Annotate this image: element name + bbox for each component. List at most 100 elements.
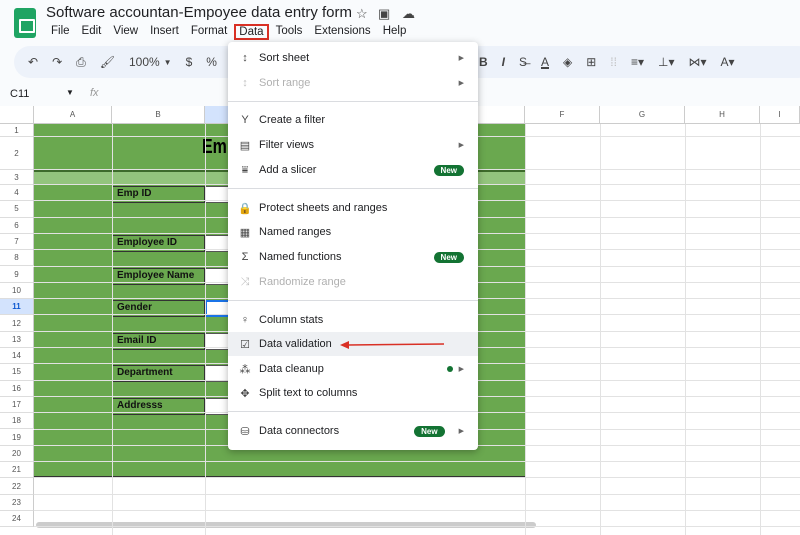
row-header-12[interactable]: 12 [0, 315, 34, 332]
text-rotation-icon[interactable]: A▾ [721, 55, 735, 69]
row-header-1[interactable]: 1 [0, 124, 34, 137]
menu-item-named-ranges[interactable]: ▦ Named ranges [228, 220, 478, 244]
menu-item-add-a-slicer[interactable]: ⩸ Add a slicer New [228, 158, 478, 182]
menu-item-randomize-range[interactable]: ⤨ Randomize range [228, 270, 478, 294]
paint-format-icon[interactable]: 🖌 [100, 55, 115, 69]
data-menu: ↕ Sort sheet ▶ ↕ Sort range ▶ Y Create a filter… [228, 42, 478, 450]
menu-item-label: Add a slicer [259, 164, 317, 176]
menu-bar: File Edit View Insert Format Data Tools Extensi… [46, 24, 413, 40]
print-icon[interactable]: ⎙ [76, 55, 86, 70]
row-header-19[interactable]: 19 [0, 429, 34, 446]
chevron-down-icon[interactable]: ▼ [66, 88, 74, 97]
row-header-6[interactable]: 6 [0, 217, 34, 234]
vertical-align-icon[interactable]: ⊥▾ [658, 55, 674, 69]
named-ranges-icon: ▦ [239, 226, 251, 239]
undo-icon[interactable]: ↶ [28, 55, 38, 69]
submenu-arrow-icon: ▶ [458, 366, 464, 373]
menu-help[interactable]: Help [378, 24, 412, 40]
menu-item-filter-views[interactable]: ▤ Filter views ▶ [228, 133, 478, 157]
row-header-2[interactable]: 2 [0, 137, 34, 170]
percent-button[interactable]: % [206, 55, 217, 69]
name-box[interactable]: C11 [10, 88, 29, 100]
column-header-b[interactable]: B [112, 106, 205, 124]
database-icon: ⛁ [240, 425, 250, 438]
menu-item-data-connectors[interactable]: ⛁ Data connectors New ▶ [228, 419, 478, 443]
row-header-24[interactable]: 24 [0, 511, 34, 528]
menu-item-label: Sort range [259, 77, 311, 89]
redo-icon[interactable]: ↷ [52, 55, 62, 69]
menu-item-label: Data connectors [259, 425, 340, 437]
horizontal-align-icon[interactable]: ≡▾ [631, 55, 644, 69]
bold-button[interactable]: B [479, 55, 488, 69]
menu-item-data-cleanup[interactable]: ⁂ Data cleanup ▶ [228, 357, 478, 381]
currency-button[interactable]: $ [186, 55, 193, 69]
row-header-10[interactable]: 10 [0, 282, 34, 300]
column-header-i[interactable]: I [760, 106, 800, 124]
row-header-5[interactable]: 5 [0, 201, 34, 218]
sheets-logo[interactable] [14, 8, 36, 38]
column-header-h[interactable]: H [685, 106, 760, 124]
menu-item-label: Protect sheets and ranges [259, 202, 388, 214]
borders-icon[interactable]: ⊞ [586, 55, 596, 69]
menu-insert[interactable]: Insert [145, 24, 184, 40]
gridline [525, 124, 526, 535]
menu-item-label: Named ranges [259, 226, 332, 238]
row-header-20[interactable]: 20 [0, 445, 34, 463]
menu-format[interactable]: Format [186, 24, 232, 40]
italic-button[interactable]: I [502, 55, 505, 69]
text-wrap-icon[interactable]: ⋈▾ [688, 55, 706, 69]
menu-file[interactable]: File [46, 24, 75, 40]
menu-item-sort-sheet[interactable]: ↕ Sort sheet ▶ [228, 46, 478, 70]
row-header-22[interactable]: 22 [0, 478, 34, 495]
menu-tools[interactable]: Tools [271, 24, 308, 40]
menu-separator [228, 411, 478, 412]
menu-item-named-functions[interactable]: Σ Named functions New [228, 245, 478, 269]
menu-item-sort-range[interactable]: ↕ Sort range ▶ [228, 71, 478, 95]
menu-item-label: Randomize range [259, 276, 346, 288]
cloud-status-icon[interactable]: ☁ [402, 6, 415, 22]
text-color-icon[interactable]: A [541, 55, 549, 69]
row-header-7[interactable]: 7 [0, 233, 34, 251]
column-header-a[interactable]: A [34, 106, 112, 124]
row-header-8[interactable]: 8 [0, 250, 34, 267]
star-icon[interactable]: ☆ [356, 6, 368, 22]
row-header-11[interactable]: 11 [0, 299, 34, 316]
menu-extensions[interactable]: Extensions [309, 24, 375, 40]
row-header-21[interactable]: 21 [0, 462, 34, 479]
menu-item-column-stats[interactable]: ♀ Column stats [228, 308, 478, 332]
row-header-3[interactable]: 3 [0, 170, 34, 185]
strikethrough-icon[interactable]: S̶ [519, 55, 527, 69]
menu-item-label: Create a filter [259, 114, 326, 126]
row-header-13[interactable]: 13 [0, 331, 34, 348]
chevron-down-icon: ▼ [163, 57, 172, 67]
row-header-4[interactable]: 4 [0, 185, 34, 202]
move-to-folder-icon[interactable]: ▣ [378, 6, 390, 22]
fill-color-icon[interactable]: ◈ [563, 55, 572, 69]
menu-separator [228, 101, 478, 102]
menu-view[interactable]: View [108, 24, 143, 40]
menu-item-protect-sheets-and-ranges[interactable]: 🔒 Protect sheets and ranges [228, 196, 478, 220]
row-header-18[interactable]: 18 [0, 413, 34, 430]
column-header-g[interactable]: G [600, 106, 685, 124]
row-header-14[interactable]: 14 [0, 348, 34, 365]
row-header-16[interactable]: 16 [0, 380, 34, 397]
menu-item-create-a-filter[interactable]: Y Create a filter [228, 108, 478, 132]
gridline [600, 124, 601, 535]
column-header-f[interactable]: F [525, 106, 600, 124]
filter-views-icon: ▤ [239, 139, 251, 152]
merge-cells-icon[interactable]: ⁞⁞ [610, 55, 617, 69]
gridline [760, 124, 761, 535]
row-header-9[interactable]: 9 [0, 266, 34, 283]
menu-edit[interactable]: Edit [77, 24, 107, 40]
shuffle-icon: ⤨ [240, 275, 250, 288]
menu-data[interactable]: Data [234, 24, 269, 40]
row-header-17[interactable]: 17 [0, 396, 34, 414]
select-all-corner[interactable] [0, 106, 34, 124]
row-header-23[interactable]: 23 [0, 494, 34, 511]
row-header-15[interactable]: 15 [0, 364, 34, 381]
zoom-select[interactable]: 100% [129, 55, 160, 69]
document-title[interactable]: Software accountan-Empoyee data entry fo… [46, 4, 352, 21]
data-validation-icon: ☑ [240, 338, 250, 351]
menu-item-split-text-to-columns[interactable]: ✥ Split text to columns [228, 381, 478, 405]
menu-separator [228, 300, 478, 301]
